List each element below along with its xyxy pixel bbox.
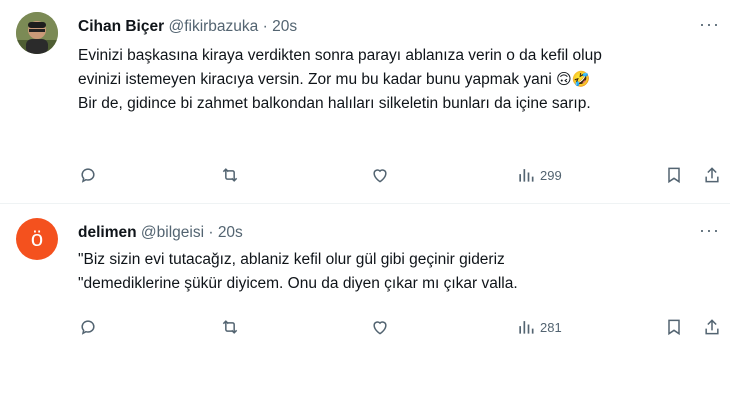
reply-button[interactable] — [78, 164, 98, 186]
views-count: 299 — [540, 167, 562, 183]
bookmark-icon — [668, 319, 680, 336]
retweet-icon — [222, 320, 238, 334]
tweet-header: delimen @bilgeisi · 20s — [78, 224, 243, 242]
user-handle[interactable]: @bilgeisi — [141, 224, 204, 241]
display-name[interactable]: Cihan Biçer — [78, 18, 164, 35]
views-icon — [519, 321, 534, 334]
tweet[interactable]: Cihan Biçer @fikirbazuka · 20s ··· Evini… — [0, 0, 730, 204]
like-button[interactable] — [370, 164, 390, 186]
bookmark-button[interactable] — [664, 164, 684, 186]
timestamp[interactable]: 20s — [218, 224, 243, 241]
tweet-text-line: "Biz sizin evi tutacağız, ablaniz kefil … — [78, 251, 505, 268]
reply-icon — [81, 320, 95, 335]
separator-dot: · — [208, 224, 214, 241]
reply-button[interactable] — [78, 316, 98, 338]
views-button[interactable]: 281 — [516, 316, 562, 338]
avatar[interactable] — [16, 12, 58, 54]
tweet-text: Evinizi başkasına kiraya verdikten sonra… — [78, 44, 718, 116]
views-icon — [519, 169, 534, 182]
more-options-icon[interactable]: ··· — [699, 14, 720, 35]
tweet-text: "Biz sizin evi tutacağız, ablaniz kefil … — [78, 248, 718, 296]
tweet-text-line: Bir de, gidince bi zahmet balkondan halı… — [78, 95, 591, 112]
user-handle[interactable]: @fikirbazuka — [168, 18, 258, 35]
tweet-text-line: Evinizi başkasına kiraya verdikten sonra… — [78, 47, 602, 64]
action-bar: 281 — [0, 316, 730, 338]
emoji: 🙃🤣 — [556, 71, 591, 88]
separator-dot: · — [262, 18, 268, 35]
action-bar: 299 — [0, 164, 730, 186]
retweet-icon — [222, 168, 238, 182]
display-name[interactable]: delimen — [78, 224, 137, 241]
like-button[interactable] — [370, 316, 390, 338]
share-button[interactable] — [702, 164, 722, 186]
bookmark-icon — [668, 167, 680, 184]
views-button[interactable]: 299 — [516, 164, 562, 186]
tweet[interactable]: ö delimen @bilgeisi · 20s ··· "Biz sizin… — [0, 204, 730, 364]
timestamp[interactable]: 20s — [272, 18, 297, 35]
like-icon — [373, 169, 387, 183]
bookmark-button[interactable] — [664, 316, 684, 338]
share-icon — [705, 167, 719, 183]
tweet-text-line: "demediklerine şükür diyicem. Onu da diy… — [78, 275, 518, 292]
views-count: 281 — [540, 319, 562, 335]
avatar[interactable]: ö — [16, 218, 58, 260]
tweet-text-line-text: evinizi istemeyen kiracıya versin. Zor m… — [78, 71, 552, 88]
like-icon — [373, 321, 387, 335]
retweet-button[interactable] — [220, 164, 240, 186]
more-options-icon[interactable]: ··· — [699, 220, 720, 241]
share-icon — [705, 319, 719, 335]
reply-icon — [81, 168, 95, 183]
tweet-text-line: evinizi istemeyen kiracıya versin. Zor m… — [78, 68, 718, 92]
share-button[interactable] — [702, 316, 722, 338]
retweet-button[interactable] — [220, 316, 240, 338]
tweet-header: Cihan Biçer @fikirbazuka · 20s — [78, 18, 297, 36]
